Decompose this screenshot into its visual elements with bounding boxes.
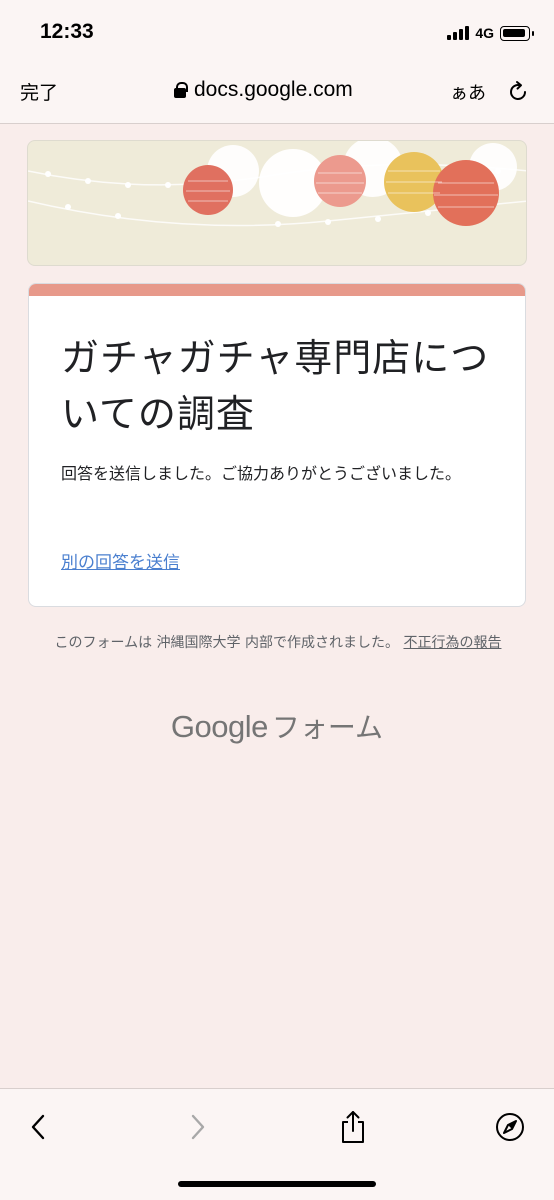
address-bar[interactable]: docs.google.com [174, 78, 353, 102]
brand-google: Google [170, 709, 268, 744]
compass-icon[interactable] [492, 1109, 528, 1145]
status-bar: 12:33 4G [0, 0, 554, 64]
url-text: docs.google.com [194, 78, 353, 101]
signal-icon [447, 26, 470, 40]
home-indicator[interactable] [178, 1181, 376, 1187]
lock-icon [174, 82, 188, 98]
confirmation-card: ガチャガチャ専門店についての調査 回答を送信しました。ご協力ありがとうございまし… [28, 283, 526, 607]
battery-icon [500, 25, 534, 41]
forward-icon[interactable] [180, 1109, 216, 1145]
brand-forms: フォーム [271, 711, 384, 744]
form-title: ガチャガチャ専門店についての調査 [61, 336, 490, 436]
share-icon[interactable] [335, 1109, 371, 1145]
reload-icon[interactable] [506, 80, 530, 104]
status-time: 12:33 [40, 20, 94, 43]
back-icon[interactable] [20, 1109, 56, 1145]
footer-note-text: このフォームは 沖縄国際大学 内部で作成されました。 [54, 635, 400, 651]
confirmation-message: 回答を送信しました。ご協力ありがとうございました。 [61, 464, 462, 483]
header-banner [27, 140, 527, 266]
network-type: 4G [475, 25, 494, 41]
submit-another-response-link[interactable]: 別の回答を送信 [61, 548, 180, 573]
report-abuse-link[interactable]: 不正行為の報告 [403, 635, 501, 651]
lanterns-illustration [28, 141, 526, 227]
browser-bar: 完了 docs.google.com ぁあ [0, 64, 554, 124]
status-indicators: 4G [447, 23, 534, 43]
done-button[interactable]: 完了 [20, 78, 58, 105]
card-accent-bar [29, 284, 525, 296]
footer-note: このフォームは 沖縄国際大学 内部で作成されました。 不正行為の報告 [50, 630, 506, 656]
text-size-button[interactable]: ぁあ [450, 79, 486, 105]
google-forms-logo: Google フォーム [0, 706, 554, 746]
